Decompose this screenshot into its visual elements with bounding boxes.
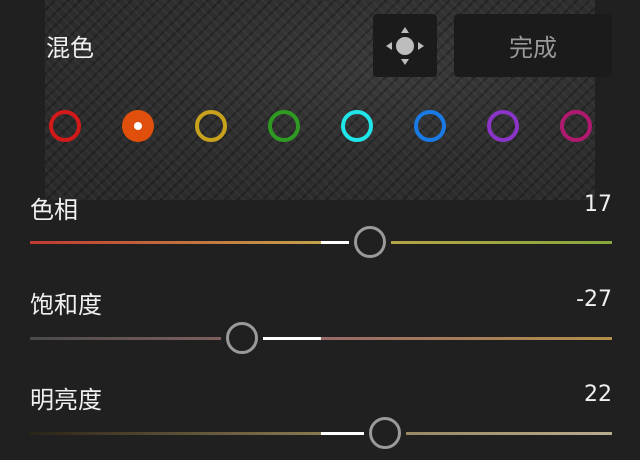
color-swatch-purple[interactable] <box>487 110 519 142</box>
slider-thumb[interactable] <box>354 226 387 258</box>
slider-thumb[interactable] <box>369 417 402 449</box>
slider-value: -27 <box>576 287 612 312</box>
slider-fill <box>263 337 321 340</box>
slider-track[interactable] <box>30 432 612 435</box>
selected-indicator-icon <box>134 122 142 130</box>
color-swatch-aqua[interactable] <box>341 110 373 142</box>
color-swatch-red[interactable] <box>49 110 81 142</box>
slider-track[interactable] <box>30 337 612 340</box>
targeted-adjustment-icon <box>386 27 424 65</box>
slider-label: 饱和度 <box>30 291 102 319</box>
color-swatch-orange[interactable] <box>122 110 154 142</box>
slider-label: 色相 <box>30 196 78 224</box>
targeted-adjustment-button[interactable] <box>373 14 437 77</box>
panel-title: 混色 <box>46 34 94 62</box>
slider-fill <box>321 241 350 244</box>
slider-value: 17 <box>584 192 612 217</box>
slider-label: 明亮度 <box>30 386 102 414</box>
color-swatch-magenta[interactable] <box>560 110 592 142</box>
color-swatch-green[interactable] <box>268 110 300 142</box>
slider-thumb[interactable] <box>226 322 259 354</box>
color-swatch-yellow[interactable] <box>195 110 227 142</box>
color-swatch-blue[interactable] <box>414 110 446 142</box>
slider-track[interactable] <box>30 241 612 244</box>
done-button[interactable]: 完成 <box>454 14 612 77</box>
slider-value: 22 <box>584 382 612 407</box>
slider-fill <box>321 432 365 435</box>
